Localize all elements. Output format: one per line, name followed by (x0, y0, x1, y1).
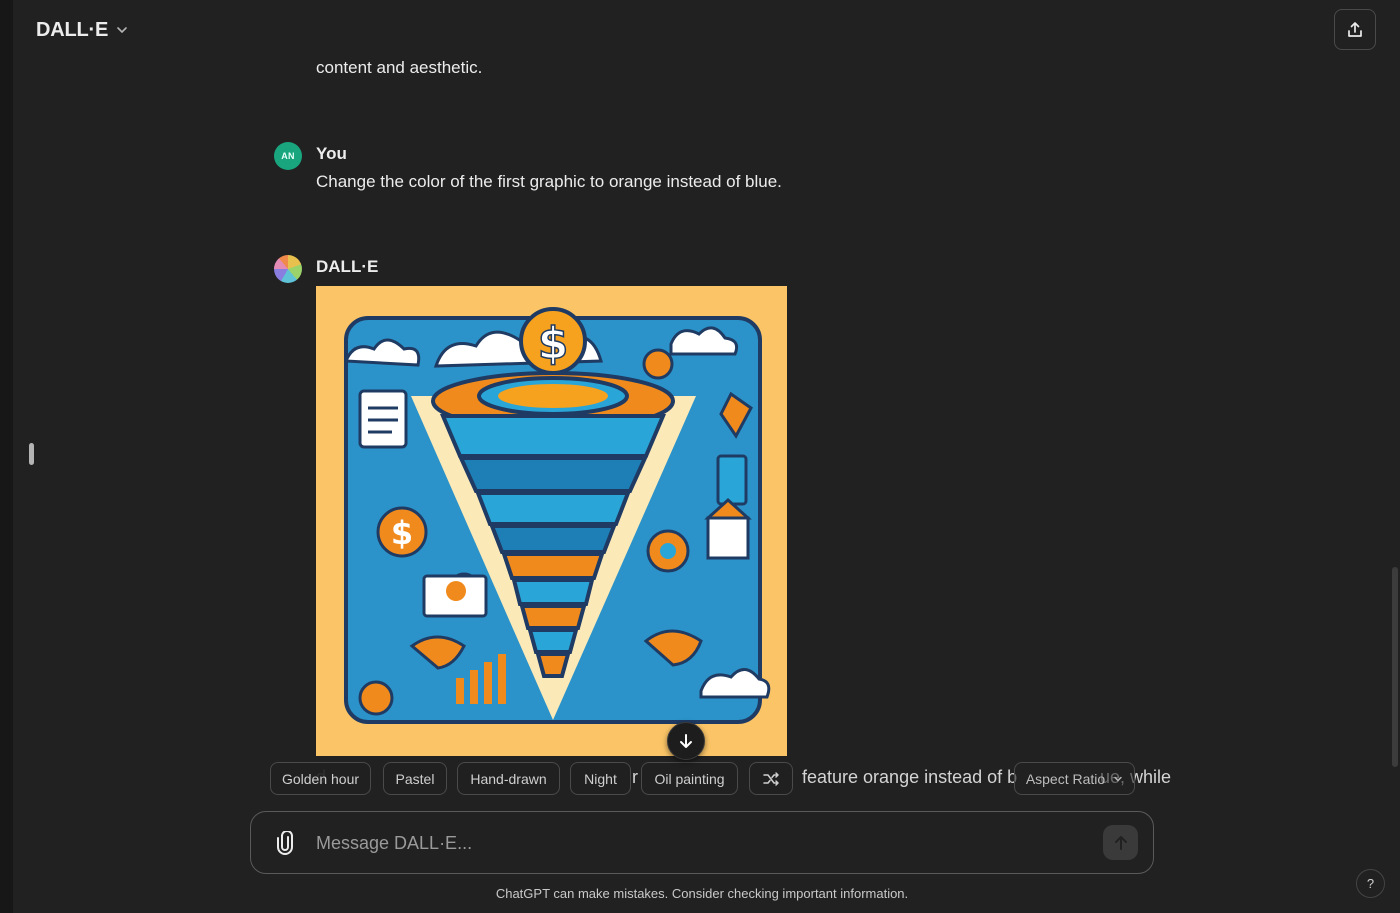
send-button[interactable] (1103, 825, 1138, 860)
aspect-ratio-label: Aspect Ratio (1025, 770, 1106, 787)
arrow-up-icon (1114, 835, 1127, 850)
style-chip-golden-hour[interactable]: Golden hour (270, 762, 371, 795)
svg-text:$: $ (538, 318, 569, 369)
message-input[interactable] (316, 826, 1086, 860)
model-switcher[interactable]: DALL·E (36, 16, 128, 44)
shuffle-icon (763, 771, 779, 786)
chevron-down-icon (117, 27, 127, 34)
style-chip-hand-drawn[interactable]: Hand-drawn (457, 762, 560, 795)
dalle-color-wheel-icon (274, 255, 302, 283)
paperclip-icon (277, 831, 293, 855)
user-avatar: AN (274, 142, 302, 170)
message-author: DALL·E (316, 257, 379, 276)
generated-image[interactable]: $ $ (316, 286, 787, 756)
style-chip-night[interactable]: Night (570, 762, 631, 795)
help-button[interactable]: ? (1356, 869, 1385, 898)
model-name: DALL·E (36, 18, 109, 41)
sidebar-toggle-handle[interactable] (29, 443, 34, 465)
aspect-ratio-dropdown[interactable]: Aspect Ratio (1014, 762, 1135, 795)
scrollbar[interactable] (1392, 567, 1398, 767)
share-button[interactable] (1334, 9, 1376, 50)
sidebar-collapsed-strip (0, 0, 13, 913)
message-author: You (316, 144, 347, 163)
chevron-down-icon (1114, 776, 1122, 781)
message-text: Change the color of the first graphic to… (316, 172, 782, 191)
share-upload-icon (1348, 21, 1362, 37)
shuffle-styles-button[interactable] (749, 762, 793, 795)
message-composer (250, 811, 1154, 874)
arrow-down-icon (680, 734, 692, 748)
style-chip-pastel[interactable]: Pastel (383, 762, 447, 795)
style-chip-oil-painting[interactable]: Oil painting (641, 762, 738, 795)
previous-message-tail: content and aesthetic. (316, 58, 483, 77)
disclaimer: ChatGPT can make mistakes. Consider chec… (495, 886, 909, 901)
svg-text:$: $ (391, 514, 413, 552)
scroll-to-bottom-button[interactable] (667, 722, 705, 760)
attach-button[interactable] (273, 831, 297, 855)
